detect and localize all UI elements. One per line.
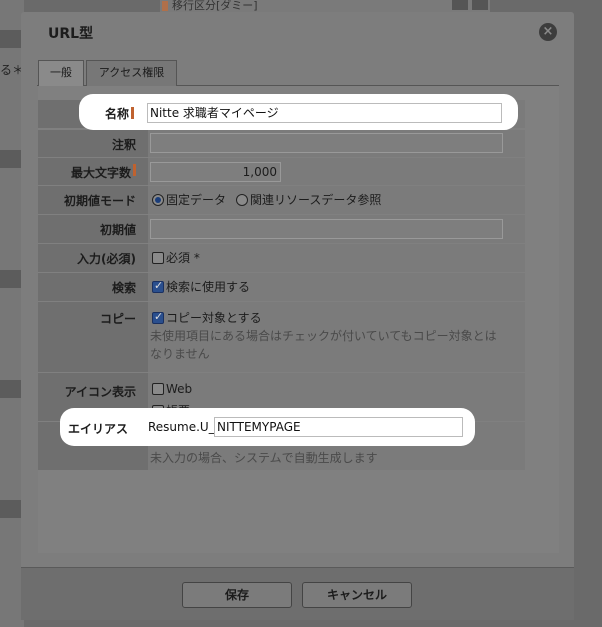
checkbox-checked[interactable] <box>152 310 164 324</box>
form-row-search: 検索 検索に使用する <box>38 273 525 301</box>
initial-value-label: 初期値 <box>38 215 148 243</box>
copy-note-line: 未使用項目にある場合はチェックが付いていてもコピー対象とは <box>150 329 497 343</box>
form-row-input-required: 入力(必須) 必須 * <box>38 244 525 272</box>
form-row-initial-value: 初期値 <box>38 215 525 243</box>
copy-label: コピー <box>38 302 148 372</box>
alias-note: 未入力の場合、システムで自動生成します <box>150 451 378 465</box>
save-button[interactable]: 保存 <box>182 582 292 608</box>
form-panel: 注釈 最大文字数 1,000 初期値モード 固定データ 関連リソースデータ参照 <box>38 86 559 553</box>
form-row-initial-mode: 初期値モード 固定データ 関連リソースデータ参照 <box>38 186 525 214</box>
radio-label: 関連リソースデータ参照 <box>250 193 382 207</box>
background-marker <box>162 1 168 11</box>
initial-value-cell <box>148 215 525 243</box>
max-chars-label-cell: 最大文字数 <box>38 158 148 185</box>
checkbox[interactable] <box>152 251 164 264</box>
required-marker <box>131 107 135 119</box>
copy-note-line: なりません <box>150 347 210 361</box>
highlight-alias: エイリアス Resume.U_ NITTEMYPAGE <box>60 408 475 446</box>
tab-access-permissions[interactable]: アクセス権限 <box>86 60 177 86</box>
name-input[interactable]: Nitte 求職者マイページ <box>147 103 502 123</box>
background-button <box>472 0 488 10</box>
search-label: 検索 <box>38 273 148 301</box>
tab-general[interactable]: 一般 <box>38 60 84 86</box>
checkbox-label: コピー対象とする <box>166 311 262 325</box>
background-button <box>452 0 468 10</box>
annotation-cell <box>148 130 525 157</box>
copy-note: 未使用項目にある場合はチェックが付いていてもコピー対象とは なりません <box>150 327 520 363</box>
checkbox-label: Web <box>166 382 193 396</box>
background-top-strip: 移行区分[ダミー] <box>160 0 490 12</box>
checkbox-label: 検索に使用する <box>166 280 251 294</box>
highlight-name: 名称 Nitte 求職者マイページ <box>79 94 518 130</box>
name-label: 名称 <box>105 107 130 121</box>
search-cell: 検索に使用する <box>148 273 525 301</box>
web-checkbox[interactable]: Web <box>152 382 192 396</box>
radio-related-resource[interactable]: 関連リソースデータ参照 <box>236 191 381 208</box>
checkbox[interactable] <box>152 383 164 395</box>
url-type-dialog: URL型 × 一般 アクセス権限 注釈 最大文字数 1,000 初期値モード 固… <box>21 12 574 620</box>
max-chars-input[interactable]: 1,000 <box>150 162 281 182</box>
tab-bar: 一般 アクセス権限 <box>37 60 559 86</box>
dialog-title: URL型 <box>48 26 94 42</box>
annotation-label: 注釈 <box>38 130 148 157</box>
close-icon[interactable]: × <box>539 23 557 41</box>
input-required-label: 入力(必須) <box>38 244 148 272</box>
radio-fixed-data[interactable]: 固定データ <box>152 191 226 208</box>
copy-target-checkbox[interactable]: コピー対象とする <box>152 309 262 326</box>
annotation-input[interactable] <box>150 133 503 153</box>
cancel-button[interactable]: キャンセル <box>302 582 412 608</box>
required-checkbox[interactable]: 必須 * <box>152 249 200 266</box>
max-chars-cell: 1,000 <box>148 158 525 185</box>
name-label-cell: 名称 <box>105 105 135 122</box>
alias-prefix: Resume.U_ <box>148 420 215 434</box>
dialog-footer: 保存 キャンセル <box>21 567 574 620</box>
form-row-copy: コピー コピー対象とする 未使用項目にある場合はチェックが付いていてもコピー対象… <box>38 302 525 372</box>
alias-label: エイリアス <box>68 422 129 436</box>
max-chars-label: 最大文字数 <box>70 166 131 180</box>
use-for-search-checkbox[interactable]: 検索に使用する <box>152 278 250 295</box>
initial-value-input[interactable] <box>150 219 503 239</box>
radio-label: 固定データ <box>166 193 227 207</box>
form-row-max-chars: 最大文字数 1,000 <box>38 158 525 185</box>
required-marker <box>133 164 136 176</box>
copy-cell: コピー対象とする 未使用項目にある場合はチェックが付いていてもコピー対象とは な… <box>148 302 525 372</box>
checkbox-label: 必須 * <box>166 251 200 265</box>
checkbox-checked[interactable] <box>152 279 164 293</box>
initial-mode-label: 初期値モード <box>38 186 148 214</box>
radio-button[interactable] <box>236 193 248 206</box>
alias-input[interactable]: NITTEMYPAGE <box>214 417 463 437</box>
form-row-annotation: 注釈 <box>38 130 525 157</box>
initial-mode-cell: 固定データ 関連リソースデータ参照 <box>148 186 525 214</box>
input-required-cell: 必須 * <box>148 244 525 272</box>
radio-button-checked[interactable] <box>152 193 164 206</box>
